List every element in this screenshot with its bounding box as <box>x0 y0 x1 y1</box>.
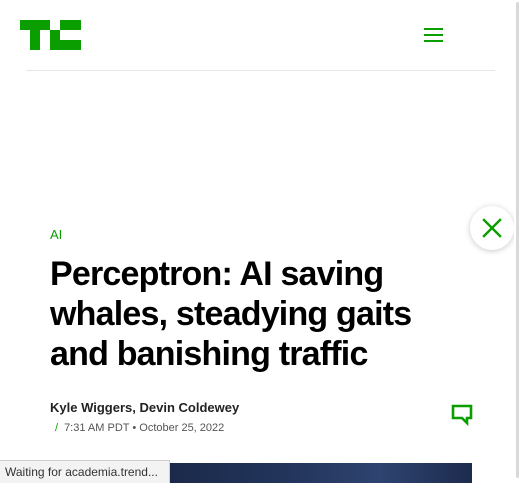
author-link[interactable]: Devin Coldewey <box>139 400 239 415</box>
header-divider <box>26 70 495 71</box>
article-title: Perceptron: AI saving whales, steadying … <box>50 255 412 373</box>
browser-status-bar: Waiting for academia.trend... <box>0 460 170 483</box>
comment-icon[interactable] <box>449 402 475 427</box>
meta-bullet: • <box>132 422 137 434</box>
article-time: 7:31 AM PDT <box>64 422 130 434</box>
article-date: October 25, 2022 <box>139 422 225 434</box>
hamburger-menu-icon[interactable] <box>421 24 447 46</box>
scrollbar-thumb[interactable] <box>516 2 519 478</box>
close-icon <box>482 218 502 238</box>
author-link[interactable]: Kyle Wiggers <box>50 400 132 415</box>
article-meta: / 7:31 AM PDT • October 25, 2022 <box>55 422 224 434</box>
article-category-link[interactable]: AI <box>50 227 62 242</box>
article-authors: Kyle Wiggers, Devin Coldewey <box>50 400 239 415</box>
site-header <box>0 0 521 71</box>
close-overlay-button[interactable] <box>470 206 514 250</box>
article-hero-image <box>170 463 472 483</box>
techcrunch-logo[interactable] <box>20 20 81 50</box>
meta-slash: / <box>55 422 59 434</box>
